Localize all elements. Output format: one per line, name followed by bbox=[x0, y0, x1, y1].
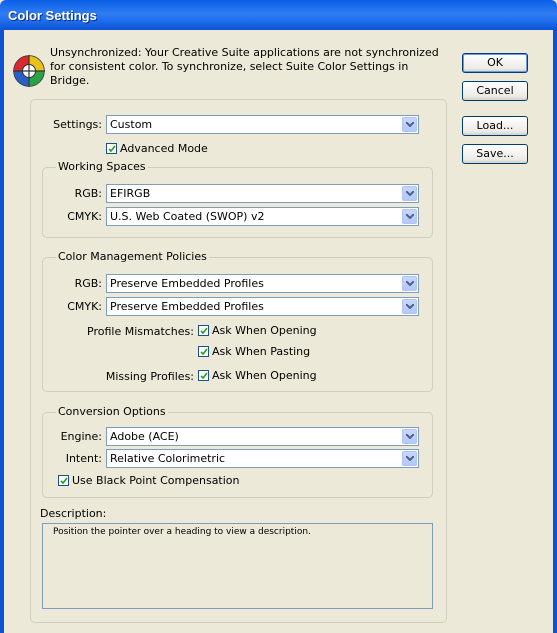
window-frame-left bbox=[0, 30, 4, 633]
chevron-down-icon bbox=[402, 117, 417, 132]
missing-ask-when-opening-label: Ask When Opening bbox=[212, 369, 317, 382]
intent-select[interactable]: Relative Colorimetric bbox=[106, 449, 419, 468]
engine-select[interactable]: Adobe (ACE) bbox=[106, 427, 419, 446]
checkmark-icon bbox=[198, 370, 209, 381]
ws-cmyk-select[interactable]: U.S. Web Coated (SWOP) v2 bbox=[106, 207, 419, 226]
policy-rgb-label: RGB: bbox=[74, 277, 102, 290]
checkmark-icon bbox=[198, 346, 209, 357]
color-sync-icon bbox=[13, 55, 45, 87]
ask-when-pasting-label: Ask When Pasting bbox=[212, 345, 311, 358]
description-label: Description: bbox=[40, 507, 107, 520]
advanced-mode-checkbox[interactable]: Advanced Mode bbox=[106, 142, 208, 155]
policy-rgb-value: Preserve Embedded Profiles bbox=[110, 277, 264, 290]
sync-status-message: Unsynchronized: Your Creative Suite appl… bbox=[50, 46, 439, 87]
missing-profiles-label: Missing Profiles: bbox=[105, 370, 194, 383]
title-bar: Color Settings bbox=[0, 0, 557, 30]
ws-cmyk-label: CMYK: bbox=[67, 210, 102, 223]
policy-cmyk-select[interactable]: Preserve Embedded Profiles bbox=[106, 297, 419, 316]
description-text: Position the pointer over a heading to v… bbox=[53, 527, 311, 537]
ask-when-opening-label: Ask When Opening bbox=[212, 324, 317, 337]
chevron-down-icon bbox=[402, 276, 417, 291]
ws-rgb-select[interactable]: EFIRGB bbox=[106, 184, 419, 203]
ws-rgb-value: EFIRGB bbox=[110, 187, 151, 200]
profile-mismatches-label: Profile Mismatches: bbox=[87, 325, 194, 338]
engine-label: Engine: bbox=[60, 430, 102, 443]
intent-label: Intent: bbox=[65, 452, 102, 465]
ask-when-opening-checkbox[interactable]: Ask When Opening bbox=[198, 324, 317, 337]
chevron-down-icon bbox=[402, 209, 417, 224]
conversion-options-legend: Conversion Options bbox=[56, 405, 168, 418]
ws-rgb-label: RGB: bbox=[74, 187, 102, 200]
cancel-button[interactable]: Cancel bbox=[462, 81, 528, 101]
settings-value: Custom bbox=[110, 118, 153, 131]
chevron-down-icon bbox=[402, 451, 417, 466]
ask-when-pasting-checkbox[interactable]: Ask When Pasting bbox=[198, 345, 310, 358]
checkmark-icon bbox=[58, 475, 69, 486]
checkmark-icon bbox=[198, 325, 209, 336]
working-spaces-legend: Working Spaces bbox=[56, 160, 148, 173]
settings-select[interactable]: Custom bbox=[106, 115, 419, 134]
chevron-down-icon bbox=[402, 299, 417, 314]
policy-rgb-select[interactable]: Preserve Embedded Profiles bbox=[106, 274, 419, 293]
advanced-mode-label: Advanced Mode bbox=[120, 142, 208, 155]
missing-ask-when-opening-checkbox[interactable]: Ask When Opening bbox=[198, 369, 317, 382]
chevron-down-icon bbox=[402, 429, 417, 444]
color-policies-legend: Color Management Policies bbox=[56, 250, 209, 263]
window-frame-right bbox=[553, 30, 557, 633]
black-point-compensation-checkbox[interactable]: Use Black Point Compensation bbox=[58, 474, 240, 487]
settings-label: Settings: bbox=[53, 118, 102, 131]
ok-button[interactable]: OK bbox=[462, 53, 528, 73]
black-point-compensation-label: Use Black Point Compensation bbox=[72, 474, 240, 487]
checkmark-icon bbox=[106, 143, 117, 154]
policy-cmyk-value: Preserve Embedded Profiles bbox=[110, 300, 264, 313]
intent-value: Relative Colorimetric bbox=[110, 452, 226, 465]
engine-value: Adobe (ACE) bbox=[110, 430, 179, 443]
window-title: Color Settings bbox=[8, 8, 97, 23]
policy-cmyk-label: CMYK: bbox=[67, 300, 102, 313]
ws-cmyk-value: U.S. Web Coated (SWOP) v2 bbox=[110, 210, 265, 223]
description-box: Position the pointer over a heading to v… bbox=[42, 523, 433, 609]
save-button[interactable]: Save... bbox=[462, 144, 528, 164]
chevron-down-icon bbox=[402, 186, 417, 201]
load-button[interactable]: Load... bbox=[462, 116, 528, 136]
